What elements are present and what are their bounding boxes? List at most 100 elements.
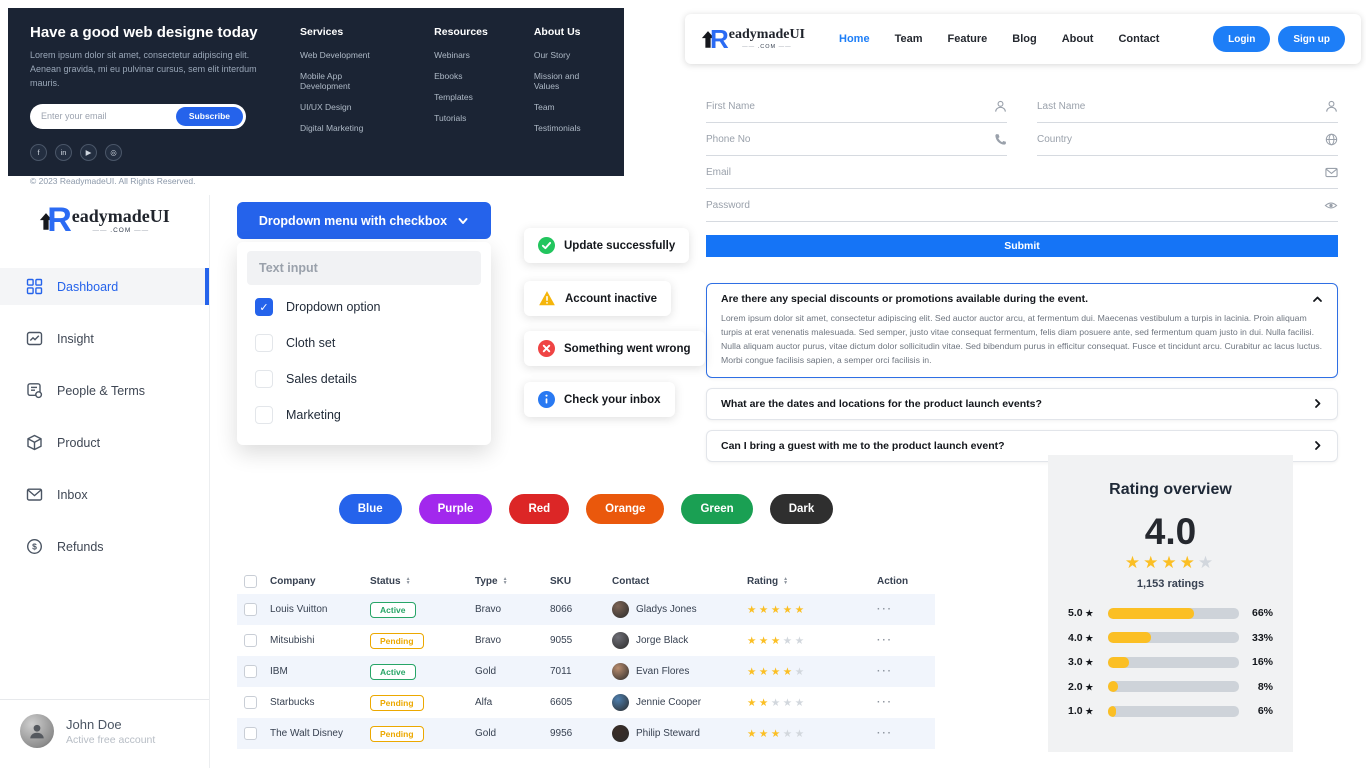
first-name-field[interactable]: First Name	[706, 90, 1007, 123]
faq-item[interactable]: Are there any special discounts or promo…	[706, 283, 1338, 378]
row-checkbox[interactable]	[244, 603, 257, 616]
email-field[interactable]: Email	[706, 156, 1338, 189]
footer-link[interactable]: Webinars	[434, 50, 488, 60]
sidebar-item-insight[interactable]: Insight	[0, 320, 209, 357]
row-checkbox[interactable]	[244, 696, 257, 709]
table-row[interactable]: MitsubishiPendingBravo9055Jorge Black★★★…	[237, 625, 935, 656]
subscribe-button[interactable]: Subscribe	[176, 107, 243, 126]
signup-button[interactable]: Sign up	[1278, 26, 1345, 52]
youtube-icon[interactable]: ▶	[80, 144, 97, 161]
row-checkbox[interactable]	[244, 727, 257, 740]
login-button[interactable]: Login	[1213, 26, 1270, 52]
table-row[interactable]: IBMActiveGold7011Evan Flores★★★★★···	[237, 656, 935, 687]
star-filled-icon: ★	[795, 604, 807, 616]
faq-item[interactable]: What are the dates and locations for the…	[706, 388, 1338, 420]
password-field[interactable]: Password	[706, 189, 1338, 222]
star-empty-icon: ★	[1198, 553, 1216, 572]
select-all-checkbox[interactable]	[244, 575, 257, 588]
checkbox-unchecked[interactable]	[255, 334, 273, 352]
footer-link[interactable]: Mobile App Development	[300, 71, 388, 91]
checkbox-unchecked[interactable]	[255, 370, 273, 388]
brand-logo[interactable]: R eadymadeUI .COM	[39, 207, 170, 234]
sort-icon[interactable]: ▲▼	[503, 577, 508, 586]
table-row[interactable]: The Walt DisneyPendingGold9956Philip Ste…	[237, 718, 935, 749]
sort-icon[interactable]: ▲▼	[406, 577, 411, 586]
checkbox-unchecked[interactable]	[255, 406, 273, 424]
footer-link[interactable]: Tutorials	[434, 113, 488, 123]
dropdown-button-label: Dropdown menu with checkbox	[259, 214, 447, 228]
dark-button[interactable]: Dark	[770, 494, 834, 524]
user-status: Active free account	[66, 734, 155, 746]
nav-link-team[interactable]: Team	[895, 33, 923, 45]
footer-link[interactable]: Our Story	[534, 50, 602, 60]
sidebar-item-label: Insight	[57, 332, 94, 346]
dropdown-option[interactable]: Sales details	[247, 361, 481, 397]
rating-bar-fill	[1108, 706, 1116, 717]
nav-link-contact[interactable]: Contact	[1118, 33, 1159, 45]
row-checkbox[interactable]	[244, 665, 257, 678]
sidebar-item-refunds[interactable]: $Refunds	[0, 528, 209, 565]
top-navbar: R eadymadeUI .COM Home Team Feature Blog Abo…	[685, 14, 1361, 64]
faq-question-text: Can I bring a guest with me to the produ…	[721, 440, 1005, 452]
blue-button[interactable]: Blue	[339, 494, 402, 524]
row-actions-button[interactable]: ···	[877, 666, 893, 677]
footer-link[interactable]: Testimonials	[534, 123, 602, 133]
row-actions-button[interactable]: ···	[877, 635, 893, 646]
brand-logo[interactable]: R eadymadeUI .COM	[701, 28, 805, 50]
sidebar-item-inbox[interactable]: Inbox	[0, 476, 209, 513]
facebook-icon[interactable]: f	[30, 144, 47, 161]
nav-link-about[interactable]: About	[1062, 33, 1094, 45]
submit-button[interactable]: Submit	[706, 235, 1338, 257]
header-checkbox-cell	[237, 575, 270, 588]
instagram-icon[interactable]: ◎	[105, 144, 122, 161]
star-icon: ★	[1086, 657, 1094, 667]
sidebar-item-product[interactable]: Product	[0, 424, 209, 461]
phone-no-field[interactable]: Phone No	[706, 123, 1007, 156]
insight-icon	[26, 330, 43, 347]
row-checkbox[interactable]	[244, 634, 257, 647]
dropdown-option[interactable]: Marketing	[247, 397, 481, 433]
footer-column-heading: About Us	[534, 26, 602, 38]
footer-link[interactable]: Mission and Values	[534, 71, 602, 91]
row-actions-button[interactable]: ···	[877, 697, 893, 708]
orange-button[interactable]: Orange	[586, 494, 664, 524]
rating-bar-track	[1108, 632, 1239, 643]
person-icon	[28, 722, 46, 740]
sidebar-item-dashboard[interactable]: Dashboard	[0, 268, 209, 305]
footer-link[interactable]: Digital Marketing	[300, 123, 388, 133]
green-button[interactable]: Green	[681, 494, 752, 524]
table-row[interactable]: StarbucksPendingAlfa6605Jennie Cooper★★★…	[237, 687, 935, 718]
table-row[interactable]: Louis VuittonActiveBravo8066Gladys Jones…	[237, 594, 935, 625]
footer-link[interactable]: Ebooks	[434, 71, 488, 81]
user-profile[interactable]: John Doe Active free account	[0, 699, 209, 758]
sort-icon[interactable]: ▲▼	[783, 577, 788, 586]
toast-success: Update successfully	[524, 228, 689, 263]
checkbox-checked[interactable]: ✓	[255, 298, 273, 316]
footer-link[interactable]: UI/UX Design	[300, 102, 388, 112]
footer-link[interactable]: Templates	[434, 92, 488, 102]
footer-link[interactable]: Team	[534, 102, 602, 112]
dropdown-toggle-button[interactable]: Dropdown menu with checkbox	[237, 202, 491, 239]
column-header-sku: SKU	[550, 576, 612, 587]
nav-link-blog[interactable]: Blog	[1012, 33, 1036, 45]
purple-button[interactable]: Purple	[419, 494, 493, 524]
sidebar-item-people-terms[interactable]: People & Terms	[0, 372, 209, 409]
row-actions-button[interactable]: ···	[877, 728, 893, 739]
nav-link-feature[interactable]: Feature	[948, 33, 988, 45]
rating-bar-row: 4.0 ★33%	[1068, 632, 1273, 644]
dropdown-option[interactable]: Cloth set	[247, 325, 481, 361]
red-button[interactable]: Red	[509, 494, 569, 524]
info-icon	[538, 391, 555, 408]
nav-link-home[interactable]: Home	[839, 33, 870, 45]
footer-link[interactable]: Web Development	[300, 50, 388, 60]
linkedin-icon[interactable]: in	[55, 144, 72, 161]
email-input[interactable]	[41, 111, 176, 121]
country-field[interactable]: Country	[1037, 123, 1338, 156]
row-actions-button[interactable]: ···	[877, 604, 893, 615]
star-filled-icon: ★	[747, 697, 759, 709]
text-input[interactable]	[259, 261, 481, 275]
column-header-status: Status▲▼	[370, 576, 475, 587]
dropdown-option[interactable]: ✓Dropdown option	[247, 289, 481, 325]
last-name-field[interactable]: Last Name	[1037, 90, 1338, 123]
type-cell: Gold	[475, 666, 550, 677]
